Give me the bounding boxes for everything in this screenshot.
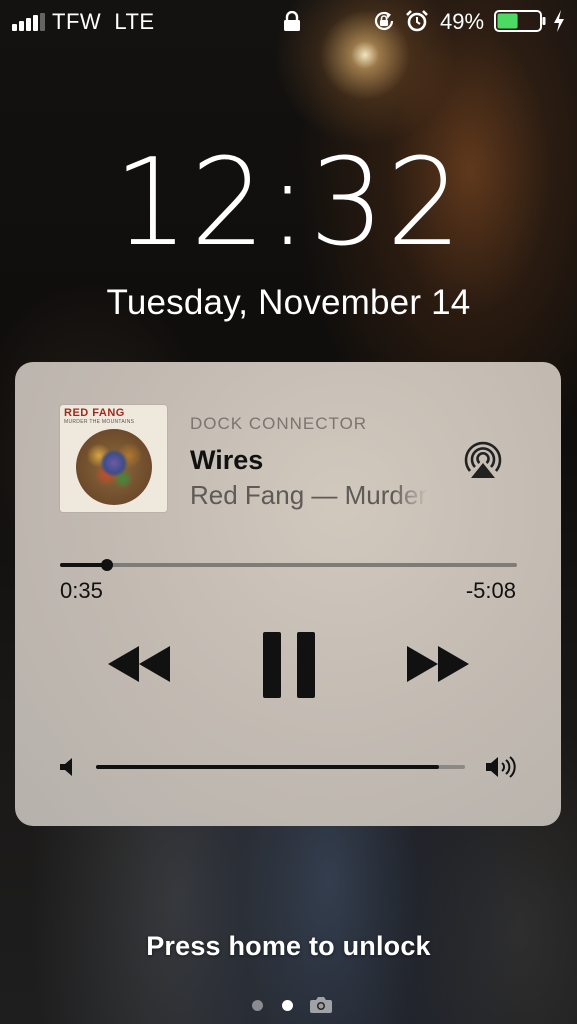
page-dot-active bbox=[282, 1000, 293, 1011]
signal-icon bbox=[12, 13, 45, 31]
playback-scrubber[interactable] bbox=[60, 559, 517, 571]
audio-source-label: DOCK CONNECTOR bbox=[190, 414, 368, 433]
carrier-label: TFW LTE bbox=[52, 9, 155, 35]
lock-screen-time: 12:32 bbox=[113, 131, 464, 273]
volume-slider[interactable] bbox=[96, 762, 465, 772]
network-type: LTE bbox=[114, 9, 155, 34]
album-art-band-text: RED FANG bbox=[64, 407, 125, 419]
lock-icon bbox=[284, 11, 300, 31]
track-title: Wires bbox=[190, 445, 264, 475]
album-art[interactable]: RED FANG MURDER THE MOUNTAINS bbox=[60, 405, 167, 512]
volume-fill bbox=[96, 765, 440, 769]
volume-high-icon bbox=[486, 756, 516, 778]
page-indicator bbox=[250, 996, 335, 1014]
battery-percentage: 49% bbox=[440, 9, 485, 34]
alarm-icon bbox=[406, 10, 428, 32]
now-playing-widget: RED FANG MURDER THE MOUNTAINS DOCK CONNE… bbox=[15, 362, 561, 826]
rewind-icon[interactable] bbox=[108, 646, 170, 682]
volume-low-icon bbox=[60, 758, 72, 776]
remaining-time: -5:08 bbox=[465, 578, 516, 603]
battery-icon bbox=[494, 10, 546, 32]
scrubber-track bbox=[60, 563, 517, 567]
carrier-name: TFW bbox=[52, 9, 102, 34]
status-bar: TFW LTE 49% bbox=[0, 0, 577, 42]
page-dot bbox=[252, 1000, 263, 1011]
rotation-lock-icon bbox=[374, 11, 394, 30]
camera-icon[interactable] bbox=[310, 996, 332, 1013]
scrubber-knob[interactable] bbox=[101, 559, 114, 571]
charging-icon bbox=[554, 10, 564, 32]
fast-forward-icon[interactable] bbox=[407, 646, 469, 682]
unlock-hint: Press home to unlock bbox=[146, 931, 431, 961]
elapsed-time: 0:35 bbox=[60, 578, 103, 603]
scrubber-elapsed bbox=[60, 563, 108, 567]
album-art-album-text: MURDER THE MOUNTAINS bbox=[64, 419, 135, 425]
airplay-icon[interactable] bbox=[462, 441, 504, 479]
pause-icon[interactable] bbox=[263, 632, 315, 698]
album-art-illustration bbox=[76, 429, 152, 505]
lock-screen-date: Tuesday, November 14 bbox=[106, 283, 471, 322]
track-artist-album: Red Fang — Murder the Mountains bbox=[190, 480, 428, 510]
